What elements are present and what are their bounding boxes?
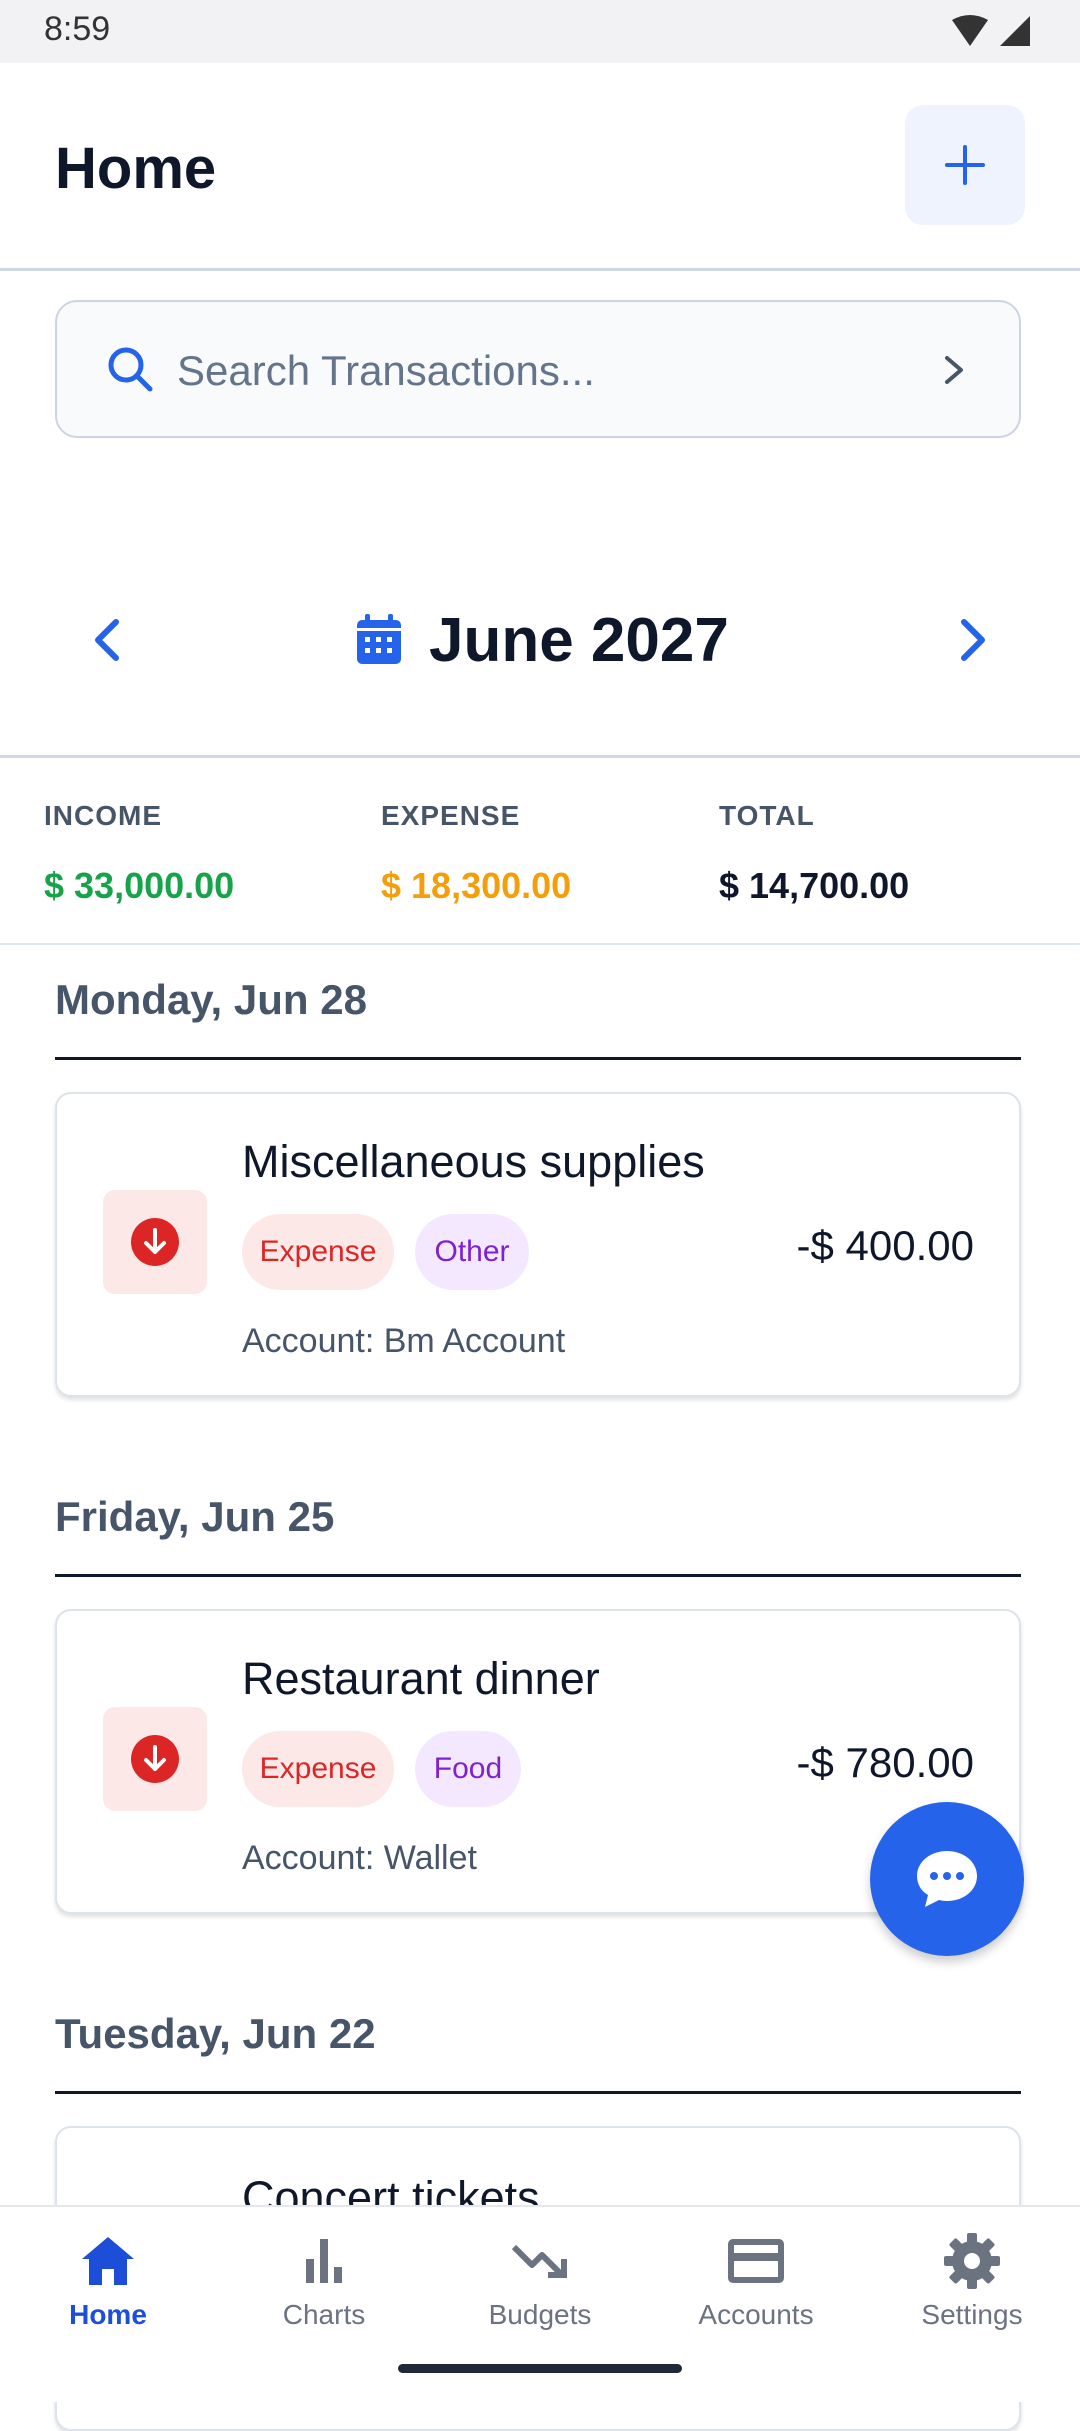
transaction-amount: -$ 400.00	[796, 1222, 974, 1269]
day-header: Friday, Jun 25	[55, 1493, 335, 1540]
chevron-right-icon	[961, 619, 985, 661]
app-header: Home	[0, 63, 1080, 271]
nav-settings[interactable]: Settings	[864, 2207, 1080, 2347]
total-label: TOTAL	[719, 800, 815, 831]
transaction-account: Account: Bm Account	[242, 1322, 566, 1360]
expense-icon-box	[103, 1190, 207, 1294]
calendar-icon	[357, 614, 401, 664]
expense-icon-box	[103, 1707, 207, 1811]
plus-icon	[945, 145, 985, 185]
nav-label: Settings	[921, 2299, 1023, 2330]
status-bar: 8:59	[0, 0, 1080, 63]
add-transaction-button[interactable]	[905, 105, 1025, 225]
nav-accounts[interactable]: Accounts	[648, 2207, 864, 2347]
page-title: Home	[55, 136, 217, 201]
chat-bubble-icon	[917, 1851, 977, 1907]
category-tag: Food	[415, 1731, 521, 1807]
chat-button[interactable]	[870, 1802, 1024, 1956]
month-selector[interactable]: June 2027	[355, 600, 729, 680]
status-time: 8:59	[44, 10, 111, 48]
previous-month-button[interactable]	[80, 600, 136, 680]
nav-label: Charts	[282, 2299, 366, 2330]
gear-icon	[944, 2233, 1000, 2289]
day-header: Monday, Jun 28	[55, 976, 367, 1023]
nav-budgets[interactable]: Budgets	[432, 2207, 648, 2347]
nav-charts[interactable]: Charts	[216, 2207, 432, 2347]
total-value: $ 14,700.00	[719, 865, 910, 906]
next-month-button[interactable]	[944, 600, 1000, 680]
transaction-account: Account: Wallet	[242, 1839, 477, 1877]
expense-value: $ 18,300.00	[381, 865, 572, 906]
home-indicator	[398, 2364, 682, 2373]
day-header: Tuesday, Jun 22	[55, 2010, 376, 2057]
transaction-card[interactable]: Miscellaneous supplies Expense Other Acc…	[55, 1092, 1021, 1397]
divider	[0, 943, 1080, 945]
type-tag: Expense	[242, 1731, 394, 1807]
income-value: $ 33,000.00	[44, 865, 235, 906]
income-label: INCOME	[44, 800, 162, 831]
search-input[interactable]	[175, 328, 899, 414]
type-tag: Expense	[242, 1214, 394, 1290]
category-tag: Other	[415, 1214, 529, 1290]
day-divider	[55, 1057, 1021, 1060]
chevron-right-icon	[945, 356, 963, 384]
transaction-amount: -$ 780.00	[796, 1739, 974, 1786]
nav-label: Budgets	[488, 2299, 592, 2330]
search-bar[interactable]	[55, 300, 1021, 438]
nav-home[interactable]: Home	[0, 2207, 216, 2347]
nav-label: Home	[69, 2299, 147, 2330]
search-icon	[108, 347, 153, 392]
transaction-title: Restaurant dinner	[242, 1653, 600, 1704]
expense-label: EXPENSE	[381, 800, 521, 831]
arrow-down-icon	[131, 1218, 179, 1266]
chevron-left-icon	[95, 619, 119, 661]
day-divider	[55, 1574, 1021, 1577]
bar-chart-icon	[306, 2239, 342, 2283]
credit-card-icon	[728, 2239, 784, 2283]
transaction-title: Miscellaneous supplies	[242, 1136, 705, 1187]
month-label: June 2027	[429, 605, 729, 675]
home-icon	[82, 2237, 134, 2285]
trending-down-icon	[511, 2244, 567, 2278]
day-divider	[55, 2091, 1021, 2094]
nav-label: Accounts	[698, 2299, 814, 2330]
signal-icons	[952, 15, 1030, 46]
arrow-down-icon	[131, 1735, 179, 1783]
divider	[0, 755, 1080, 758]
